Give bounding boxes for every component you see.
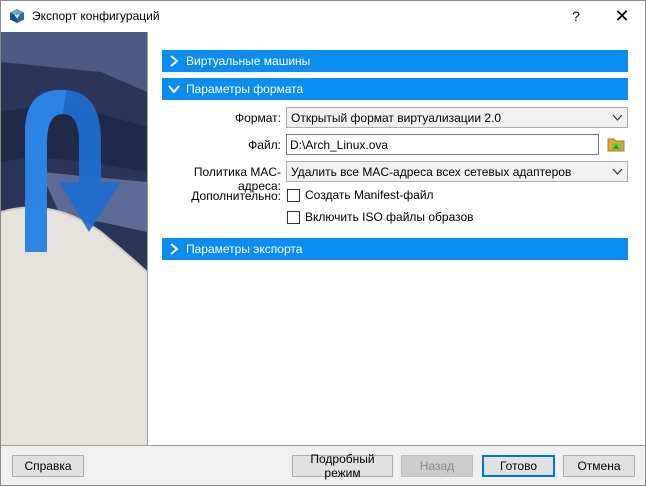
- chevron-down-icon: [612, 114, 623, 121]
- section-vms-label: Виртуальные машины: [186, 54, 311, 68]
- help-button[interactable]: Справка: [12, 455, 84, 477]
- file-label: Файл:: [248, 138, 281, 152]
- folder-browse-icon[interactable]: [606, 134, 626, 154]
- format-select[interactable]: Открытый формат виртуализации 2.0: [286, 107, 628, 128]
- manifest-checkbox-label: Создать Manifest-файл: [305, 188, 434, 202]
- section-format-label: Параметры формата: [186, 82, 304, 96]
- window-title: Экспорт конфигураций: [32, 9, 160, 23]
- mac-policy-value: Удалить все MAC-адреса всех сетевых адап…: [291, 164, 572, 179]
- chevron-down-icon: [162, 78, 186, 100]
- cancel-button[interactable]: Отмена: [563, 455, 635, 477]
- format-label: Формат:: [235, 111, 281, 125]
- manifest-checkbox-row[interactable]: Создать Manifest-файл: [287, 188, 434, 202]
- button-bar: Справка Подробный режим Назад Готово Отм…: [1, 446, 645, 485]
- close-button[interactable]: ✕: [599, 1, 645, 32]
- chevron-down-icon: [612, 168, 623, 175]
- chevron-right-icon: [162, 238, 186, 260]
- expert-mode-button[interactable]: Подробный режим: [292, 452, 393, 480]
- section-vms-header[interactable]: Виртуальные машины: [162, 50, 628, 72]
- export-dialog: Экспорт конфигураций ? ✕ Виртуальные маш…: [0, 0, 646, 486]
- section-export-header[interactable]: Параметры экспорта: [162, 238, 628, 260]
- wizard-illustration: [1, 32, 147, 445]
- help-title-button[interactable]: ?: [553, 1, 599, 32]
- section-format-header[interactable]: Параметры формата: [162, 78, 628, 100]
- section-export-label: Параметры экспорта: [186, 242, 303, 256]
- extra-label: Дополнительно:: [191, 189, 281, 203]
- format-select-value: Открытый формат виртуализации 2.0: [291, 110, 502, 125]
- iso-checkbox-label: Включить ISO файлы образов: [305, 210, 474, 224]
- file-path-input[interactable]: D:\Arch_Linux.ova: [286, 134, 599, 155]
- chevron-right-icon: [162, 50, 186, 72]
- back-button[interactable]: Назад: [401, 455, 473, 477]
- mac-policy-select[interactable]: Удалить все MAC-адреса всех сетевых адап…: [286, 161, 628, 182]
- title-bar[interactable]: Экспорт конфигураций ? ✕: [1, 1, 645, 32]
- finish-button[interactable]: Готово: [482, 455, 555, 477]
- iso-checkbox-row[interactable]: Включить ISO файлы образов: [287, 210, 474, 224]
- iso-checkbox[interactable]: [287, 210, 300, 224]
- virtualbox-icon: [10, 9, 24, 23]
- manifest-checkbox[interactable]: [287, 188, 300, 202]
